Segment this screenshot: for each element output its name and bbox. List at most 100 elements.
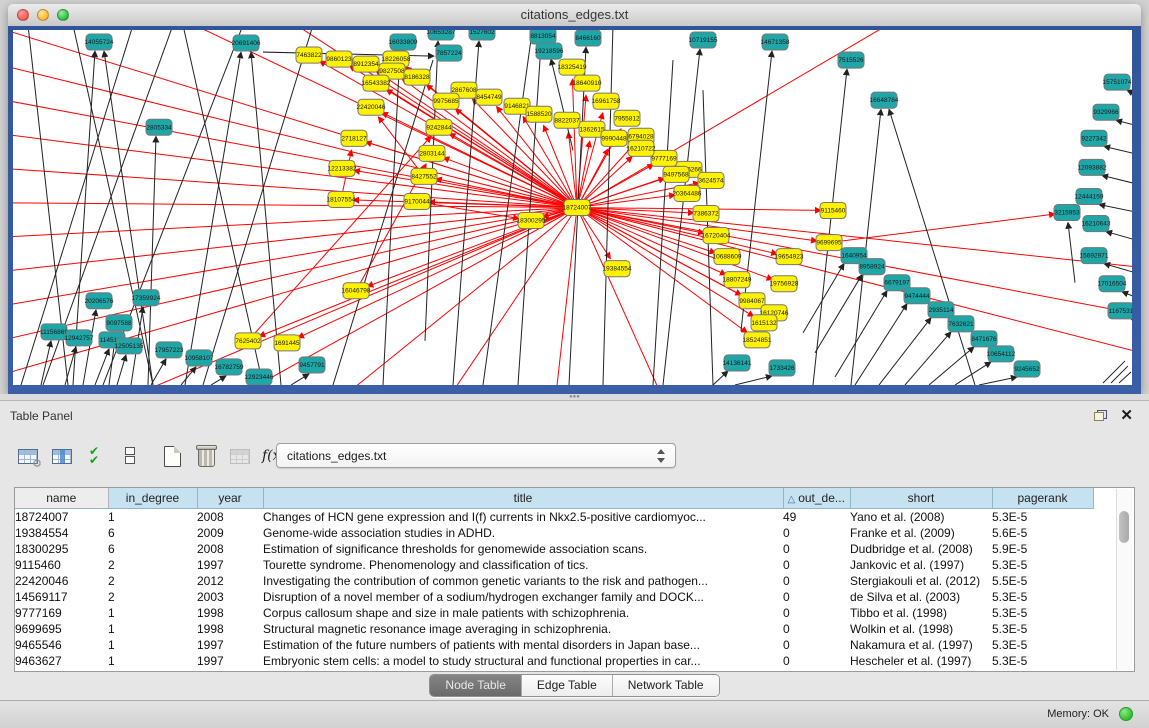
citation-edge[interactable] bbox=[955, 362, 991, 385]
citation-edge[interactable] bbox=[151, 359, 166, 385]
citation-edge[interactable] bbox=[13, 208, 577, 347]
graph-node[interactable]: 22420046 bbox=[357, 99, 386, 115]
table-cell[interactable]: Franke et al. (2009) bbox=[850, 525, 992, 541]
citation-edge[interactable] bbox=[95, 349, 109, 385]
graph-node[interactable]: 9227342 bbox=[1081, 130, 1107, 146]
citation-edge[interactable] bbox=[1127, 90, 1132, 107]
table-cell[interactable]: 0 bbox=[783, 525, 850, 541]
graph-node[interactable]: 9242844 bbox=[426, 119, 452, 135]
citation-edge[interactable] bbox=[1102, 175, 1132, 190]
column-header-short[interactable]: short bbox=[850, 488, 992, 508]
close-panel-icon[interactable]: ✕ bbox=[1120, 406, 1133, 424]
graph-node[interactable]: 20691406 bbox=[232, 35, 261, 51]
column-header-title[interactable]: title bbox=[263, 488, 783, 508]
table-cell[interactable]: 5.3E-5 bbox=[992, 589, 1093, 605]
citation-edge[interactable] bbox=[979, 377, 1017, 385]
new-table-button[interactable] bbox=[158, 442, 186, 470]
citation-edge[interactable] bbox=[13, 208, 577, 275]
graph-node[interactable]: 7386372 bbox=[693, 205, 719, 221]
table-cell[interactable]: Corpus callosum shape and size in male p… bbox=[263, 605, 783, 621]
table-cell[interactable]: 22420046 bbox=[15, 573, 108, 589]
graph-node[interactable]: 9457791 bbox=[299, 357, 325, 373]
deselect-all-button[interactable] bbox=[116, 442, 144, 470]
citation-edge[interactable] bbox=[577, 195, 675, 208]
graph-node[interactable]: 19218596 bbox=[535, 43, 564, 59]
table-cell[interactable]: 5.3E-5 bbox=[992, 621, 1093, 637]
graph-node[interactable]: 1527602 bbox=[469, 30, 495, 40]
column-header-in_degree[interactable]: in_degree bbox=[108, 488, 197, 508]
graph-node[interactable]: 12942757 bbox=[65, 330, 94, 346]
graph-node[interactable]: 9699695 bbox=[816, 235, 842, 251]
citation-edge[interactable] bbox=[889, 109, 975, 385]
citation-edge[interactable] bbox=[741, 51, 772, 331]
table-cell[interactable]: 49 bbox=[783, 508, 850, 525]
graph-node[interactable]: 3215953 bbox=[1054, 204, 1080, 220]
citation-edge[interactable] bbox=[713, 371, 728, 385]
graph-node[interactable]: 9975685 bbox=[433, 93, 459, 109]
graph-node[interactable]: 20206576 bbox=[85, 293, 114, 309]
graph-node[interactable]: 8912354 bbox=[353, 56, 379, 72]
table-cell[interactable]: 0 bbox=[783, 653, 850, 669]
citation-edge[interactable] bbox=[1116, 120, 1132, 132]
citation-edge[interactable] bbox=[829, 214, 1055, 243]
graph-node[interactable]: 18640910 bbox=[573, 75, 602, 91]
table-row[interactable]: 946554611997Estimation of the future num… bbox=[15, 637, 1093, 653]
table-cell[interactable]: 0 bbox=[783, 557, 850, 573]
graph-node[interactable]: 16210722 bbox=[627, 140, 656, 156]
citation-edge[interactable] bbox=[815, 275, 862, 353]
citation-edge[interactable] bbox=[117, 355, 126, 385]
column-header-year[interactable]: year bbox=[197, 488, 263, 508]
table-cell[interactable]: Wolkin et al. (1998) bbox=[850, 621, 992, 637]
graph-node[interactable]: 19384554 bbox=[603, 261, 632, 277]
table-cell[interactable]: 6 bbox=[108, 525, 197, 541]
graph-node[interactable]: 12923446 bbox=[245, 369, 274, 385]
graph-node[interactable]: 1691445 bbox=[274, 335, 300, 351]
table-cell[interactable]: 2009 bbox=[197, 525, 263, 541]
graph-node[interactable]: 8454749 bbox=[476, 89, 502, 105]
table-row[interactable]: 911546021997Tourette syndrome. Phenomeno… bbox=[15, 557, 1093, 573]
citation-edge[interactable] bbox=[929, 347, 974, 385]
table-cell[interactable]: 14569117 bbox=[15, 589, 108, 605]
table-cell[interactable]: 2003 bbox=[197, 589, 263, 605]
graph-node[interactable]: 10719155 bbox=[689, 32, 718, 48]
table-cell[interactable]: 18300295 bbox=[15, 541, 108, 557]
table-cell[interactable]: 9463627 bbox=[15, 653, 108, 669]
citation-edge[interactable] bbox=[425, 41, 438, 341]
table-cell[interactable]: 2 bbox=[108, 557, 197, 573]
graph-node[interactable]: 9170044 bbox=[404, 193, 430, 209]
graph-node[interactable]: 10958107 bbox=[185, 350, 214, 366]
graph-node[interactable]: 1733426 bbox=[769, 360, 795, 376]
table-cell[interactable]: 1 bbox=[108, 637, 197, 653]
graph-node[interactable]: 2805334 bbox=[146, 119, 172, 135]
citation-edge[interactable] bbox=[378, 117, 424, 177]
graph-node[interactable]: 17359924 bbox=[132, 290, 161, 306]
graph-node[interactable]: 18524851 bbox=[743, 332, 772, 348]
graph-node[interactable]: 2718127 bbox=[341, 130, 367, 146]
table-cell[interactable]: Tibbo et al. (1998) bbox=[850, 605, 992, 621]
graph-node[interactable]: 17016504 bbox=[1098, 276, 1127, 292]
citation-edge[interactable] bbox=[879, 318, 931, 385]
graph-node[interactable]: 14055724 bbox=[85, 34, 114, 50]
delete-table-button[interactable] bbox=[192, 442, 220, 470]
network-graph-canvas[interactable]: 1872400718300295193845549777169974626694… bbox=[13, 30, 1132, 385]
table-cell[interactable]: 0 bbox=[783, 605, 850, 621]
graph-node[interactable]: 9329966 bbox=[1093, 104, 1119, 120]
table-cell[interactable]: Hescheler et al. (1997) bbox=[850, 653, 992, 669]
table-cell[interactable]: de Silva et al. (2003) bbox=[850, 589, 992, 605]
graph-node[interactable]: 7857224 bbox=[436, 45, 462, 61]
graph-node[interactable]: 9984067 bbox=[739, 293, 765, 309]
table-cell[interactable]: 5.3E-5 bbox=[992, 557, 1093, 573]
table-cell[interactable]: Genome-wide association studies in ADHD. bbox=[263, 525, 783, 541]
graph-node[interactable]: 15751074 bbox=[1103, 74, 1132, 90]
citation-edge[interactable] bbox=[13, 30, 577, 207]
table-cell[interactable]: 2 bbox=[108, 589, 197, 605]
citation-edge[interactable] bbox=[103, 30, 243, 385]
scrollbar-thumb[interactable] bbox=[1119, 511, 1129, 543]
graph-node[interactable]: 2803144 bbox=[419, 145, 445, 161]
graph-node[interactable]: 16046798 bbox=[342, 283, 371, 299]
citation-edge[interactable] bbox=[181, 367, 196, 385]
table-row[interactable]: 969969511998Structural magnetic resonanc… bbox=[15, 621, 1093, 637]
graph-node[interactable]: 18724007 bbox=[563, 199, 592, 215]
divider-grip-icon[interactable]: ●●● bbox=[567, 395, 583, 399]
citation-edge[interactable] bbox=[1131, 319, 1132, 333]
